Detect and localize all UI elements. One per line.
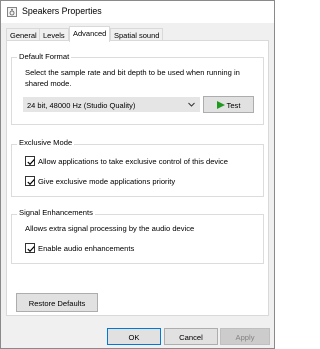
restore-defaults-label: Restore Defaults: [28, 299, 86, 308]
speakers-properties-window: Speakers Properties General Levels Advan…: [0, 0, 275, 349]
default-format-description: Select the sample rate and bit depth to …: [25, 68, 240, 88]
checkmark-icon: [27, 246, 35, 253]
apply-button-label: Apply: [235, 333, 255, 342]
window-title: Speakers Properties: [22, 6, 102, 16]
speaker-icon: [7, 7, 17, 17]
exclusive-mode-title: Exclusive Mode: [17, 138, 75, 147]
restore-defaults-button[interactable]: Restore Defaults: [16, 293, 98, 312]
title-bar[interactable]: Speakers Properties: [1, 1, 274, 23]
apply-button[interactable]: Apply: [220, 328, 270, 345]
signal-enhancements-description: Allows extra signal processing by the au…: [25, 224, 195, 233]
test-button-label: Test: [226, 101, 241, 110]
checkmark-icon: [27, 159, 35, 166]
test-button[interactable]: Test: [203, 96, 254, 113]
exclusive-mode-group: [11, 144, 264, 197]
audio-enhancements-label[interactable]: Enable audio enhancements: [38, 244, 134, 253]
sample-rate-value: 24 bit, 48000 Hz (Studio Quality): [27, 100, 136, 110]
exclusive-priority-checkbox[interactable]: [25, 176, 35, 186]
signal-enhancements-title: Signal Enhancements: [17, 208, 95, 217]
tab-advanced[interactable]: Advanced: [69, 26, 111, 42]
ok-button[interactable]: OK: [107, 328, 161, 345]
cancel-button-label: Cancel: [179, 333, 203, 342]
default-format-title: Default Format: [17, 52, 72, 61]
tab-strip: General Levels Advanced Spatial sound: [6, 26, 268, 42]
chevron-down-icon: [188, 102, 195, 107]
signal-enhancements-group: [11, 214, 264, 264]
exclusive-control-checkbox[interactable]: [25, 156, 35, 166]
exclusive-priority-label[interactable]: Give exclusive mode applications priorit…: [38, 177, 175, 186]
ok-button-label: OK: [128, 333, 140, 342]
cancel-button[interactable]: Cancel: [164, 328, 218, 345]
checkmark-icon: [27, 179, 35, 186]
sample-rate-select[interactable]: 24 bit, 48000 Hz (Studio Quality): [23, 97, 200, 112]
audio-enhancements-checkbox[interactable]: [25, 243, 35, 253]
exclusive-control-label[interactable]: Allow applications to take exclusive con…: [38, 157, 228, 166]
